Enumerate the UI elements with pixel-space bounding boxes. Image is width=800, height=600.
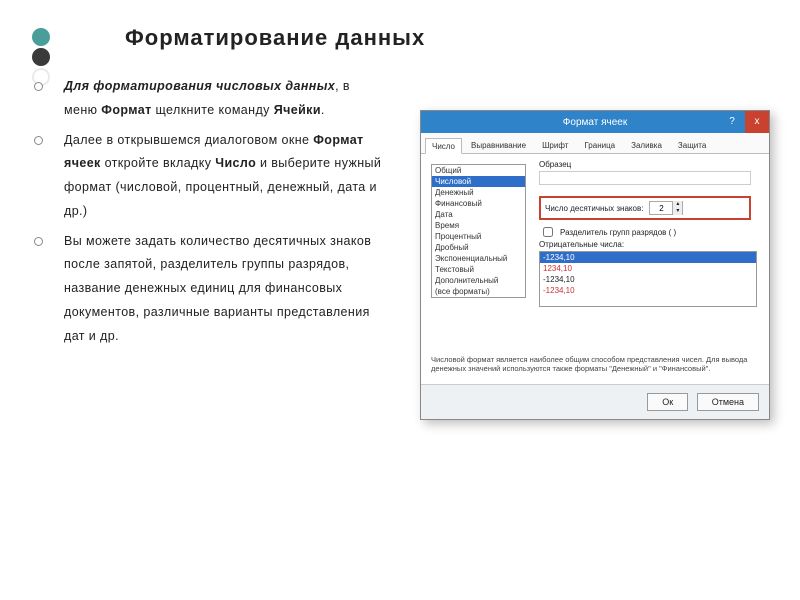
decimals-spinner[interactable]: ▴ ▾ [649,201,683,215]
decimals-row: Число десятичных знаков: ▴ ▾ [539,196,751,220]
category-item[interactable]: Текстовый [432,264,525,275]
negatives-label: Отрицательные числа: [539,240,624,249]
tab-4[interactable]: Заливка [624,137,669,153]
tab-1[interactable]: Выравнивание [464,137,533,153]
category-item[interactable]: Экспоненциальный [432,253,525,264]
decimals-input[interactable] [650,204,672,213]
dialog-footer: Ок Отмена [421,384,769,419]
dialog-title: Формат ячеек [563,117,627,128]
text-run: . [321,103,325,117]
dialog-titlebar: Формат ячеек ? x [421,111,769,133]
thousands-sep-checkbox[interactable] [543,227,553,237]
spin-down-icon[interactable]: ▾ [672,208,682,215]
text-run: Далее в открывшемся диалоговом окне [64,133,313,147]
category-list[interactable]: ОбщийЧисловойДенежныйФинансовыйДатаВремя… [431,164,526,298]
thousands-sep-row[interactable]: Разделитель групп разрядов ( ) [539,224,676,240]
decor-dot [32,48,50,66]
bullet-item: Далее в открывшемся диалоговом окне Форм… [60,129,385,224]
sample-box [539,171,751,185]
thousands-sep-label: Разделитель групп разрядов ( ) [560,228,676,237]
category-item[interactable]: Общий [432,165,525,176]
help-button[interactable]: ? [721,111,743,133]
format-cells-dialog: Формат ячеек ? x ЧислоВыравниваниеШрифтГ… [420,110,770,420]
close-button[interactable]: x [745,111,769,133]
decor-dots [32,28,50,88]
bullet-item: Для форматирования числовых данных, в ме… [60,75,385,123]
bullet-icon [34,237,43,246]
category-item[interactable]: Процентный [432,231,525,242]
negative-option[interactable]: -1234,10 [540,274,756,285]
tab-5[interactable]: Защита [671,137,713,153]
page-title: Форматирование данных [125,25,425,51]
text-run: Ячейки [274,103,321,117]
format-description: Числовой формат является наиболее общим … [431,355,759,375]
negatives-list[interactable]: -1234,101234,10-1234,10-1234,10 [539,251,757,307]
text-run: Число [215,156,256,170]
text-run: Вы можете задать количество десятичных з… [64,234,371,343]
bullet-item: Вы можете задать количество десятичных з… [60,230,385,349]
category-item[interactable]: (все форматы) [432,286,525,297]
category-item[interactable]: Дробный [432,242,525,253]
text-run: откройте вкладку [101,156,216,170]
text-run: Для форматирования числовых данных [64,79,335,93]
decimals-label: Число десятичных знаков: [545,204,643,213]
negative-option[interactable]: -1234,10 [540,252,756,263]
spin-up-icon[interactable]: ▴ [672,201,682,208]
sample-label: Образец [539,160,571,169]
bullet-icon [34,136,43,145]
category-item[interactable]: Денежный [432,187,525,198]
category-item[interactable]: Дата [432,209,525,220]
text-run: щелкните команду [152,103,274,117]
category-item[interactable]: Дополнительный [432,275,525,286]
decor-dot [32,28,50,46]
dialog-body: ОбщийЧисловойДенежныйФинансовыйДатаВремя… [421,154,769,384]
text-column: Для форматирования числовых данных, в ме… [60,75,385,354]
bullet-icon [34,82,43,91]
cancel-button[interactable]: Отмена [697,393,759,411]
category-item[interactable]: Финансовый [432,198,525,209]
ok-button[interactable]: Ок [647,393,688,411]
tab-0[interactable]: Число [425,138,462,154]
dialog-tabs: ЧислоВыравниваниеШрифтГраницаЗаливкаЗащи… [421,133,769,154]
text-run: Формат [101,103,151,117]
tab-3[interactable]: Граница [577,137,622,153]
negative-option[interactable]: -1234,10 [540,285,756,296]
tab-2[interactable]: Шрифт [535,137,575,153]
category-item[interactable]: Время [432,220,525,231]
category-item[interactable]: Числовой [432,176,525,187]
negative-option[interactable]: 1234,10 [540,263,756,274]
